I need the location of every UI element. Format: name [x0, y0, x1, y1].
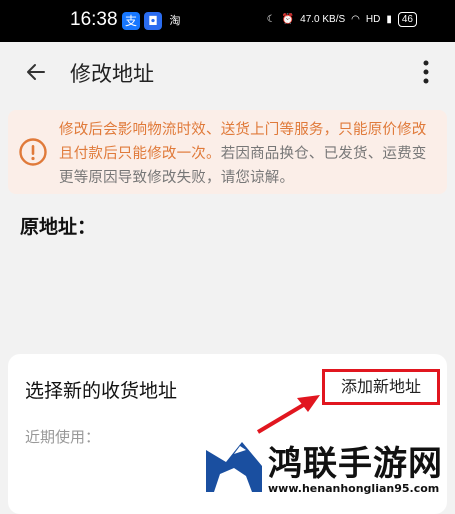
- status-right: ☾ ⏰ 47.0 KB/S ◠ HD ▮ 46: [267, 12, 417, 27]
- message-app-icon: ◘: [144, 12, 162, 30]
- taobao-icon: 淘: [166, 12, 184, 30]
- watermark-title: 鸿联手游网: [268, 444, 443, 484]
- net-speed: 47.0 KB/S: [300, 14, 346, 25]
- recent-used-label: 近期使用：: [25, 428, 101, 446]
- original-address-label: 原地址：: [20, 216, 97, 238]
- bull-logo-icon: [206, 442, 262, 492]
- moon-icon: ☾: [266, 14, 276, 25]
- new-address-title: 选择新的收货地址: [25, 380, 178, 402]
- app-header: 修改地址: [0, 42, 455, 104]
- watermark-url: www.henanhonglian95.com: [268, 482, 440, 495]
- wifi-icon: ◠: [351, 14, 360, 25]
- notice-text: 修改后会影响物流时效、送货上门等服务，只能原价修改且付款后只能修改一次。若因商品…: [59, 118, 441, 190]
- back-arrow-icon[interactable]: [24, 60, 48, 84]
- battery-icon: 46: [397, 12, 417, 27]
- add-new-address-button[interactable]: 添加新地址: [322, 369, 440, 405]
- info-icon: [19, 138, 47, 166]
- hd-icon: HD: [365, 14, 381, 25]
- status-bar: 16:38 支 ◘ 淘 ☾ ⏰ 47.0 KB/S ◠ HD ▮ 46: [0, 0, 455, 42]
- alarm-icon: ⏰: [281, 14, 295, 25]
- alipay-icon: 支: [122, 12, 140, 30]
- notice-banner: 修改后会影响物流时效、送货上门等服务，只能原价修改且付款后只能修改一次。若因商品…: [8, 110, 447, 194]
- page-title: 修改地址: [70, 62, 154, 86]
- status-time: 16:38: [70, 9, 118, 30]
- signal-icon: ▮: [386, 14, 392, 25]
- watermark: 鸿联手游网 www.henanhonglian95.com: [206, 436, 455, 500]
- more-options-icon[interactable]: [423, 58, 429, 86]
